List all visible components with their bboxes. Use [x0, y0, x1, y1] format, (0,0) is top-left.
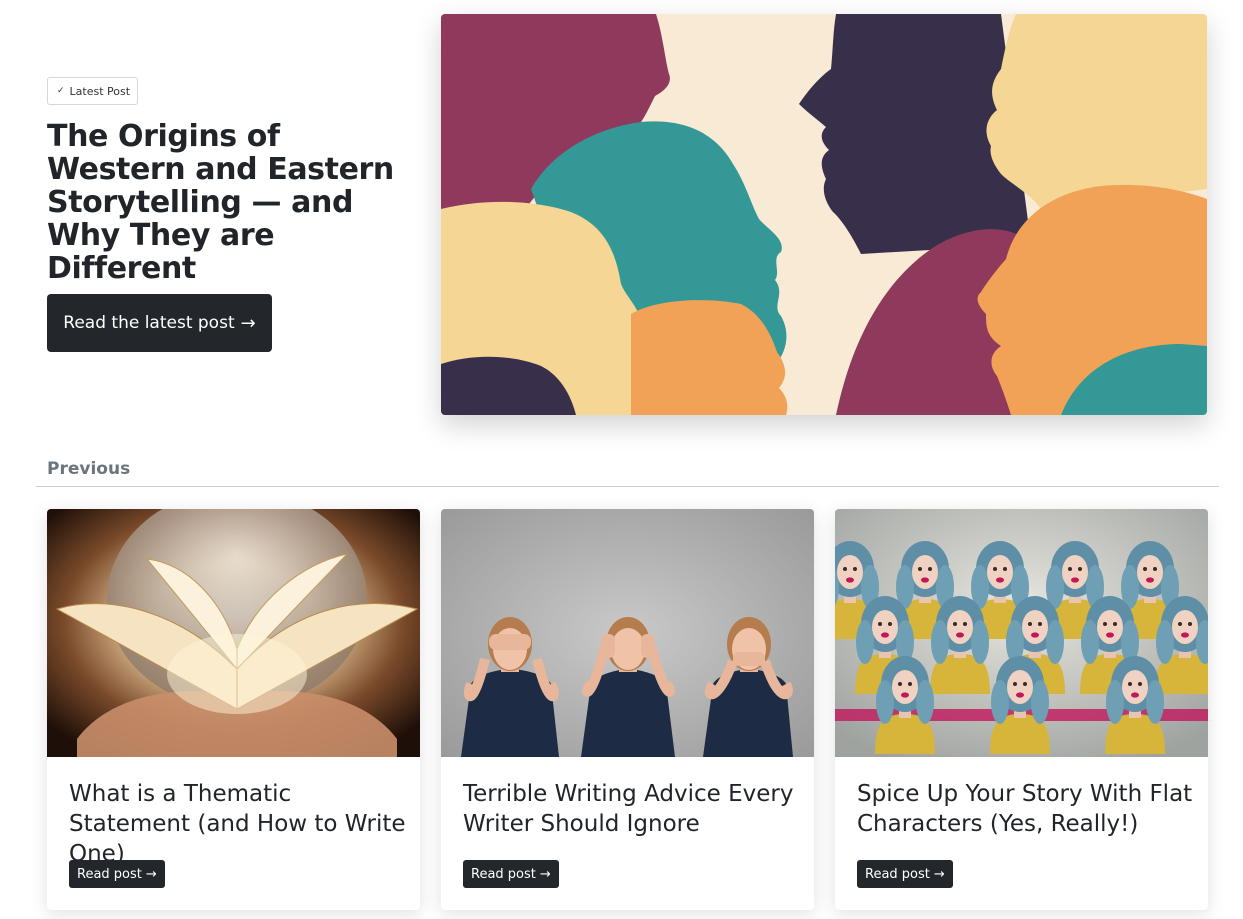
arrow-right-icon: →: [240, 312, 256, 334]
latest-post-badge-label: Latest Post: [69, 84, 131, 98]
latest-post-title[interactable]: The Origins of Western and Eastern Story…: [47, 120, 427, 285]
post-thumbnail-open-book[interactable]: [47, 509, 420, 757]
post-thumbnail-cloned-women[interactable]: [835, 509, 1208, 757]
latest-post-section: ✓ Latest Post The Origins of Western and…: [47, 77, 427, 285]
read-latest-post-button[interactable]: Read the latest post →: [47, 294, 272, 352]
section-divider: [36, 486, 1219, 487]
post-title[interactable]: Spice Up Your Story With Flat Characters…: [857, 779, 1197, 839]
check-icon: ✓: [57, 85, 65, 96]
post-card[interactable]: What is a Thematic Statement (and How to…: [47, 509, 420, 910]
read-post-button[interactable]: Read post →: [463, 860, 559, 888]
arrow-right-icon: →: [933, 866, 945, 882]
read-post-button[interactable]: Read post →: [857, 860, 953, 888]
latest-post-image[interactable]: [441, 14, 1207, 415]
post-card[interactable]: Spice Up Your Story With Flat Characters…: [835, 509, 1208, 910]
read-post-button[interactable]: Read post →: [69, 860, 165, 888]
post-title[interactable]: Terrible Writing Advice Every Writer Sho…: [463, 779, 803, 839]
post-title[interactable]: What is a Thematic Statement (and How to…: [69, 779, 409, 869]
arrow-right-icon: →: [145, 866, 157, 882]
read-post-label: Read post: [865, 866, 930, 882]
arrow-right-icon: →: [539, 866, 551, 882]
read-post-label: Read post: [77, 866, 142, 882]
post-thumbnail-three-women[interactable]: [441, 509, 814, 757]
read-latest-post-label: Read the latest post: [63, 313, 235, 333]
read-post-label: Read post: [471, 866, 536, 882]
latest-post-badge: ✓ Latest Post: [47, 77, 139, 105]
post-card[interactable]: Terrible Writing Advice Every Writer Sho…: [441, 509, 814, 910]
previous-heading: Previous: [47, 459, 131, 479]
silhouettes-illustration: [441, 14, 1207, 415]
